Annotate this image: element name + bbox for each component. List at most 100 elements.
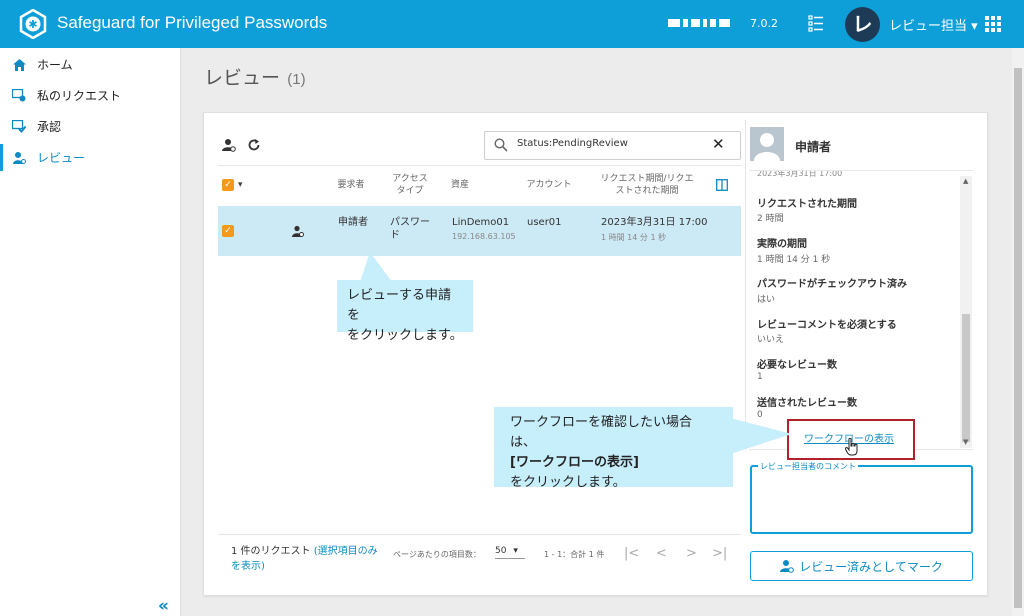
- detail-label: パスワードがチェックアウト済み: [757, 279, 907, 290]
- sidebar-item-approval[interactable]: 承認: [0, 111, 180, 142]
- table-header: ✓ ▾ 要求者 アクセス タイプ 資産 アカウント リクエスト期間/リクエストさ…: [218, 165, 741, 205]
- redacted-badge: [668, 19, 730, 29]
- scrollbar-thumb[interactable]: [962, 314, 970, 442]
- pagination-range: 1 - 1：合計 1 件: [544, 550, 605, 559]
- callout-text: レビューする申請を: [347, 288, 452, 323]
- cell-asset-ip: 192.168.63.105: [452, 232, 516, 241]
- per-page-value: 50: [495, 546, 507, 556]
- comment-label: レビュー担当者のコメント: [758, 461, 858, 472]
- user-menu-dropdown[interactable]: レビュー担当 ▾: [889, 15, 978, 34]
- details-partial-text: 2023年3月31日 17:00: [757, 170, 843, 178]
- page-scrollbar-thumb[interactable]: [1014, 68, 1022, 608]
- row-checkbox[interactable]: ✓: [222, 225, 234, 237]
- select-menu-chevron-icon[interactable]: ▾: [238, 179, 243, 191]
- my-requests-icon: [12, 89, 26, 103]
- detail-value: 1: [757, 372, 763, 382]
- column-header-request-period[interactable]: リクエスト期間/リクエストされた期間: [598, 173, 696, 197]
- hand-cursor-icon: [845, 438, 858, 456]
- reviewer-icon: [780, 560, 794, 573]
- detail-value: 2 時間: [757, 214, 784, 224]
- table-row[interactable]: ✓ 申請者 パスワード LinDemo01 192.168.63.105 use…: [218, 206, 741, 256]
- sidebar-item-label: ホーム: [37, 58, 73, 72]
- page-title: レビュー (1): [204, 63, 306, 90]
- column-header-requester[interactable]: 要求者: [333, 179, 369, 191]
- details-title: 申請者: [795, 140, 832, 154]
- clear-search-icon[interactable]: ✕: [712, 135, 725, 153]
- detail-label: 必要なレビュー数: [757, 360, 837, 371]
- search-input[interactable]: [517, 138, 707, 149]
- page-title-count: (1): [287, 71, 306, 88]
- comment-input[interactable]: [758, 477, 963, 527]
- task-list-icon[interactable]: [808, 14, 824, 32]
- callout-text: をクリックします。: [347, 328, 463, 343]
- next-page-icon[interactable]: >: [686, 546, 697, 561]
- instruction-callout-workflow: ワークフローを確認したい場合は、 [ワークフローの表示] をクリックします。: [494, 407, 733, 490]
- detail-label: レビューコメントを必須とする: [757, 320, 897, 331]
- refresh-icon[interactable]: [247, 138, 261, 152]
- top-bar: ✱ Safeguard for Privileged Passwords 7.0…: [0, 0, 1024, 48]
- select-all-checkbox[interactable]: ✓: [222, 179, 234, 191]
- page-title-text: レビュー: [204, 68, 281, 89]
- column-chooser-icon[interactable]: [716, 179, 728, 191]
- requester-filter-icon[interactable]: [222, 138, 236, 152]
- sidebar-item-my-requests[interactable]: 私のリクエスト: [0, 80, 180, 111]
- cell-asset: LinDemo01: [452, 217, 510, 228]
- callout-text: ワークフローを確認したい場合は、: [510, 415, 693, 450]
- cell-access-type: パスワード: [390, 217, 430, 241]
- svg-text:✱: ✱: [28, 18, 37, 31]
- mark-as-reviewed-label: レビュー済みとしてマーク: [799, 559, 943, 574]
- column-header-account[interactable]: アカウント: [524, 179, 574, 191]
- cell-request-date: 2023年3月31日 17:00: [601, 217, 708, 228]
- page-scrollbar[interactable]: [1012, 48, 1024, 616]
- first-page-icon[interactable]: |<: [624, 546, 639, 561]
- app-logo-icon: ✱: [19, 9, 47, 39]
- review-icon: [12, 151, 26, 165]
- sidebar-item-label: 承認: [37, 120, 62, 134]
- cell-requester: 申請者: [338, 217, 368, 228]
- app-grid-icon[interactable]: [985, 16, 1001, 32]
- detail-label: リクエストされた期間: [757, 199, 857, 210]
- prev-page-icon[interactable]: <: [656, 546, 667, 561]
- sidebar-item-label: レビュー: [37, 151, 86, 165]
- approval-icon: [12, 120, 26, 134]
- panel-divider: [745, 120, 746, 450]
- version-label: 7.0.2: [750, 17, 778, 30]
- home-icon: [12, 58, 26, 72]
- collapse-sidebar-icon[interactable]: «: [158, 596, 169, 616]
- detail-value: はい: [757, 295, 776, 305]
- user-avatar[interactable]: レ: [845, 7, 880, 42]
- details-scroll-area[interactable]: 2023年3月31日 17:00 リクエストされた期間 2 時間 実際の期間 1…: [749, 170, 973, 450]
- cell-duration: 1 時間 14 分 1 秒: [601, 233, 667, 242]
- mark-as-reviewed-button[interactable]: レビュー済みとしてマーク: [750, 551, 973, 581]
- column-header-access-type[interactable]: アクセス タイプ: [388, 173, 432, 197]
- callout-pointer: [360, 252, 392, 282]
- column-header-asset[interactable]: 資産: [450, 179, 470, 191]
- instruction-callout-select: レビューする申請を をクリックします。: [337, 280, 473, 343]
- detail-value: 1 時間 14 分 1 秒: [757, 255, 831, 265]
- sidebar: ホーム 私のリクエスト 承認 レビュー «: [0, 48, 181, 616]
- callout-text: をクリックします。: [510, 475, 626, 490]
- chevron-down-icon: ▾: [513, 546, 518, 556]
- details-scrollbar[interactable]: ▲ ▼: [960, 176, 972, 448]
- review-status-icon: [292, 225, 304, 237]
- detail-label: 実際の期間: [757, 239, 807, 250]
- sidebar-item-label: 私のリクエスト: [37, 89, 122, 103]
- per-page-select[interactable]: 50 ▾: [495, 546, 525, 559]
- sidebar-item-review[interactable]: レビュー: [0, 142, 180, 173]
- cell-account: user01: [527, 217, 562, 228]
- sidebar-item-home[interactable]: ホーム: [0, 49, 180, 80]
- detail-value: いいえ: [757, 335, 785, 345]
- callout-pointer: [730, 418, 792, 454]
- reviewer-comment-box: レビュー担当者のコメント: [750, 461, 973, 534]
- request-count-text: 1 件のリクエスト: [231, 546, 311, 557]
- scroll-down-icon[interactable]: ▼: [963, 438, 968, 446]
- footer-request-count: 1 件のリクエスト (選択項目のみを表示): [231, 544, 381, 574]
- scroll-up-icon[interactable]: ▲: [963, 177, 968, 185]
- last-page-icon[interactable]: >|: [712, 546, 727, 561]
- search-icon: [494, 138, 508, 152]
- requester-avatar: [750, 127, 784, 161]
- per-page-label: ページあたりの項目数：: [393, 550, 481, 559]
- search-box: ✕: [484, 131, 741, 160]
- callout-text-strong: [ワークフローの表示]: [510, 455, 639, 470]
- footer-divider: [218, 534, 741, 535]
